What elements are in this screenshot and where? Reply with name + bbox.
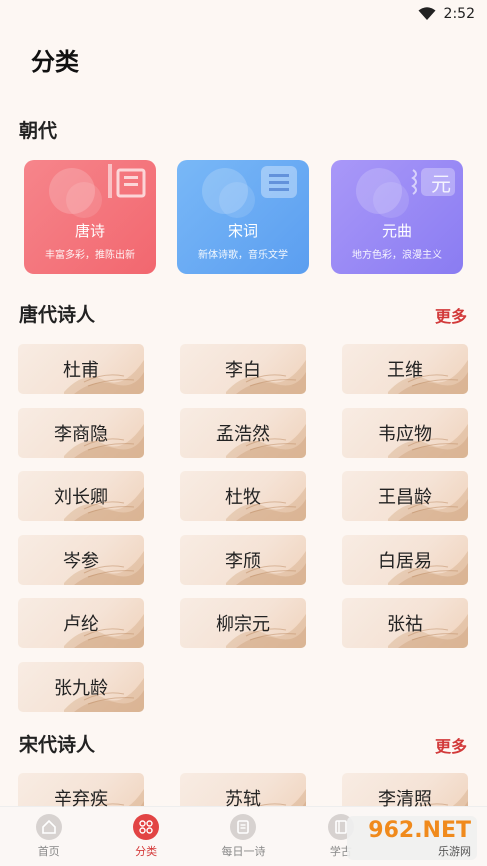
tang-poet-button[interactable]: 杜牧	[180, 471, 306, 522]
song-poet-name: 苏轼	[225, 789, 261, 810]
tang-poet-button[interactable]: 王维	[342, 344, 468, 394]
tang-poet-button[interactable]: 李商隐	[18, 407, 144, 458]
tang-poet-name: 韦应物	[378, 423, 432, 445]
tang-poet-name: 李商隐	[54, 423, 108, 445]
tang-poet-name: 杜牧	[225, 487, 261, 509]
tang-poet-button[interactable]: 岑参	[18, 534, 144, 585]
tang-poet-name: 李白	[225, 360, 261, 381]
book-icon	[261, 166, 297, 198]
tang-poet-button[interactable]: 李白	[180, 344, 306, 394]
status-bar: 2:52	[0, 0, 487, 28]
dynasty-card-yuan[interactable]: 元 元曲 地方色彩，浪漫主义	[331, 160, 463, 274]
dynasty-card-desc: 地方色彩，浪漫主义	[352, 250, 442, 261]
tang-poet-button[interactable]: 孟浩然	[180, 407, 306, 458]
song-poet-name: 辛弃疾	[54, 789, 108, 810]
tang-poet-button[interactable]: 刘长卿	[18, 471, 144, 522]
nav-item-home[interactable]: 首页	[9, 814, 89, 859]
tang-poet-button[interactable]: 杜甫	[18, 344, 144, 394]
song-section-title: 宋代诗人	[19, 734, 96, 756]
tang-poet-button[interactable]: 白居易	[342, 534, 468, 585]
nav-item-category[interactable]: 分类	[106, 814, 186, 859]
tang-poet-button[interactable]: 王昌龄	[342, 471, 468, 522]
dynasty-card-name: 元曲	[381, 222, 412, 240]
calendar-icon	[230, 814, 257, 840]
dynasty-card-deco-text: 元	[431, 172, 451, 196]
wifi-icon	[418, 7, 436, 20]
tang-poet-button[interactable]: 柳宗元	[180, 598, 306, 649]
tang-poet-name: 王维	[387, 360, 423, 381]
grid-icon	[133, 814, 160, 840]
tang-poet-name: 张祜	[387, 614, 423, 636]
watermark-logo: 962.NET 乐游网	[347, 816, 477, 860]
tang-poet-button[interactable]: 李颀	[180, 534, 306, 585]
tang-poet-button[interactable]: 张九龄	[18, 662, 144, 712]
tang-poet-name: 岑参	[63, 550, 99, 572]
song-more-link[interactable]: 更多	[435, 733, 467, 757]
home-icon	[35, 814, 62, 840]
dynasty-card-desc: 新体诗歌，音乐文学	[198, 250, 288, 261]
status-time: 2:52	[443, 6, 475, 22]
nav-item-label: 每日一诗	[221, 845, 266, 858]
book-icon	[108, 164, 146, 198]
tang-poet-button[interactable]: 张祜	[342, 598, 468, 649]
page-title: 分类	[31, 48, 79, 76]
dynasty-card-desc: 丰富多彩，推陈出新	[45, 250, 135, 261]
nav-item-label: 分类	[135, 845, 158, 858]
watermark-line2: 乐游网	[438, 844, 471, 858]
tang-more-link[interactable]: 更多	[435, 303, 467, 327]
nav-item-daily-poem[interactable]: 每日一诗	[203, 814, 283, 859]
tang-poet-button[interactable]: 韦应物	[342, 407, 468, 458]
tang-poet-name: 卢纶	[63, 614, 99, 636]
tang-poet-name: 孟浩然	[216, 423, 270, 445]
tang-section-title: 唐代诗人	[19, 304, 96, 326]
tang-poet-name: 杜甫	[63, 360, 99, 381]
tang-poet-name: 白居易	[378, 550, 432, 572]
tang-poet-name: 王昌龄	[378, 487, 432, 509]
song-poet-name: 李清照	[378, 789, 432, 810]
nav-item-label: 首页	[37, 845, 60, 858]
dynasty-section-title: 朝代	[19, 120, 58, 142]
dynasty-card-name: 唐诗	[74, 222, 105, 240]
dynasty-card-name: 宋词	[227, 222, 258, 240]
tang-poet-name: 柳宗元	[216, 614, 270, 636]
dynasty-card-song[interactable]: 宋词 新体诗歌，音乐文学	[177, 160, 309, 274]
dynasty-card-tang[interactable]: 唐诗 丰富多彩，推陈出新	[24, 160, 156, 274]
tang-poet-name: 刘长卿	[54, 487, 108, 509]
tang-poet-name: 李颀	[225, 550, 261, 572]
tang-poet-name: 张九龄	[54, 678, 108, 699]
tang-poet-button[interactable]: 卢纶	[18, 598, 144, 649]
watermark-line1: 962.NET	[368, 817, 471, 843]
